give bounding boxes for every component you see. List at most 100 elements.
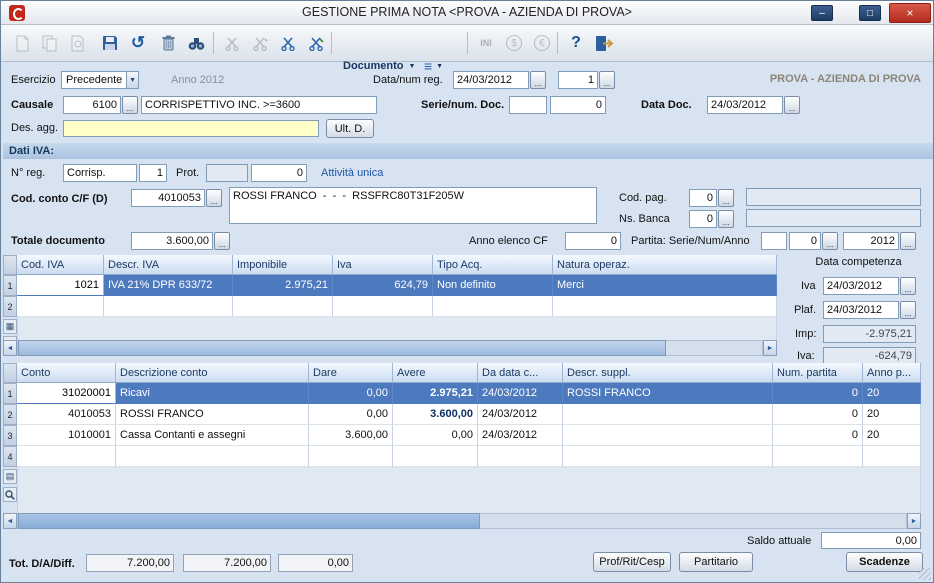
col-header-tipo-acq[interactable]: Tipo Acq. [433, 255, 553, 275]
cell-tipo-acq[interactable] [433, 296, 553, 317]
causale-picker-button[interactable]: ... [122, 96, 138, 114]
des-agg-field[interactable] [63, 120, 319, 137]
cell-descr-iva[interactable]: IVA 21% DPR 633/72 [104, 275, 233, 296]
cell-descrizione[interactable]: Cassa Contanti e assegni [116, 425, 309, 446]
chevron-down-icon[interactable]: ▼ [126, 72, 138, 88]
conti-grid-row[interactable]: 31020001 Ricavi 0,00 2.975,21 24/03/2012… [17, 383, 921, 404]
anno-elenco-field[interactable]: 0 [565, 232, 621, 250]
data-doc-picker-button[interactable]: ... [784, 96, 800, 114]
magnifier-icon[interactable] [3, 487, 17, 502]
partitario-button[interactable]: Partitario [679, 552, 753, 572]
conti-grid-row[interactable]: 4010053 ROSSI FRANCO 0,00 3.600,00 24/03… [17, 404, 921, 425]
cell-anno[interactable]: 20 [863, 383, 921, 404]
undo-icon[interactable]: ↺ [125, 30, 151, 56]
cell-anno[interactable]: 20 [863, 404, 921, 425]
partita-num-picker-button[interactable]: ... [822, 232, 838, 250]
totale-documento-field[interactable]: 3.600,00 [131, 232, 213, 250]
cell-conto[interactable] [17, 446, 116, 467]
conti-grid-row[interactable]: 1010001 Cassa Contanti e assegni 3.600,0… [17, 425, 921, 446]
cell-da-data[interactable] [478, 446, 563, 467]
col-header-imponibile[interactable]: Imponibile [233, 255, 333, 275]
cell-iva[interactable]: 624,79 [333, 275, 433, 296]
esercizio-select[interactable]: Precedente ▼ [61, 71, 139, 89]
causale-desc-field[interactable]: CORRISPETTIVO INC. >=3600 [141, 96, 377, 114]
cell-num-partita[interactable]: 0 [773, 383, 863, 404]
data-doc-field[interactable]: 24/03/2012 [707, 96, 783, 114]
resize-grip[interactable] [919, 568, 931, 580]
cell-dare[interactable]: 0,00 [309, 383, 393, 404]
competenza-iva-picker-button[interactable]: ... [900, 277, 916, 295]
cod-conto-picker-button[interactable]: ... [206, 189, 222, 207]
ns-banca-picker-button[interactable]: ... [718, 210, 734, 228]
cell-anno[interactable] [863, 446, 921, 467]
cell-natura-operaz[interactable] [553, 296, 777, 317]
plaf-field[interactable]: 24/03/2012 [823, 301, 899, 319]
cell-dare[interactable]: 0,00 [309, 404, 393, 425]
data-reg-picker-button[interactable]: ... [530, 71, 546, 89]
cell-iva[interactable] [333, 296, 433, 317]
col-header-da-data[interactable]: Da data c... [478, 363, 563, 383]
iva-grid-row[interactable] [17, 296, 777, 317]
cell-num-partita[interactable]: 0 [773, 425, 863, 446]
cell-dare[interactable]: 3.600,00 [309, 425, 393, 446]
col-header-natura-operaz[interactable]: Natura operaz. [553, 255, 777, 275]
partita-num-field[interactable]: 0 [789, 232, 821, 250]
causale-code-field[interactable]: 6100 [63, 96, 121, 114]
cell-da-data[interactable]: 24/03/2012 [478, 383, 563, 404]
col-header-avere[interactable]: Avere [393, 363, 478, 383]
cell-natura-operaz[interactable]: Merci [553, 275, 777, 296]
col-header-num-partita[interactable]: Num. partita [773, 363, 863, 383]
cell-conto[interactable]: 1010001 [17, 425, 116, 446]
plaf-picker-button[interactable]: ... [900, 301, 916, 319]
copy-row-icon[interactable]: ▤ [3, 469, 17, 484]
cell-da-data[interactable]: 24/03/2012 [478, 425, 563, 446]
num-reg-field[interactable]: 1 [558, 71, 598, 89]
cell-imponibile[interactable]: 2.975,21 [233, 275, 333, 296]
save-icon[interactable] [97, 30, 123, 56]
col-header-descrizione-conto[interactable]: Descrizione conto [116, 363, 309, 383]
reg-num-field[interactable]: 1 [139, 164, 167, 182]
partita-anno-picker-button[interactable]: ... [900, 232, 916, 250]
cod-conto-field[interactable]: 4010053 [131, 189, 205, 207]
exit-icon[interactable] [591, 30, 617, 56]
cell-dare[interactable] [309, 446, 393, 467]
cell-descr-iva[interactable] [104, 296, 233, 317]
cod-pag-field[interactable]: 0 [689, 189, 717, 207]
iva-scroll-right-arrow[interactable]: ► [763, 340, 777, 356]
col-header-iva[interactable]: Iva [333, 255, 433, 275]
cell-descr-suppl[interactable] [563, 425, 773, 446]
close-button[interactable]: × [889, 3, 931, 23]
col-header-conto[interactable]: Conto [17, 363, 116, 383]
col-header-descr-suppl[interactable]: Descr. suppl. [563, 363, 773, 383]
cell-num-partita[interactable]: 0 [773, 404, 863, 425]
num-doc-field[interactable]: 0 [550, 96, 606, 114]
cell-descrizione[interactable] [116, 446, 309, 467]
cell-cod-iva[interactable]: 1021 [17, 275, 104, 296]
conti-scrollbar-thumb[interactable] [18, 513, 480, 529]
cell-num-partita[interactable] [773, 446, 863, 467]
cell-conto[interactable]: 31020001 [17, 383, 116, 404]
cell-descrizione[interactable]: ROSSI FRANCO [116, 404, 309, 425]
search-icon[interactable] [183, 30, 209, 56]
totale-picker-button[interactable]: ... [214, 232, 230, 250]
cell-descrizione[interactable]: Ricavi [116, 383, 309, 404]
col-header-anno-p[interactable]: Anno p... [863, 363, 921, 383]
num-reg-picker-button[interactable]: ... [599, 71, 615, 89]
delete-icon[interactable] [155, 30, 181, 56]
reg-tipo-field[interactable]: Corrisp. [63, 164, 137, 182]
col-header-dare[interactable]: Dare [309, 363, 393, 383]
conti-scroll-right-arrow[interactable]: ► [907, 513, 921, 529]
competenza-iva-field[interactable]: 24/03/2012 [823, 277, 899, 295]
iva-scroll-left-arrow[interactable]: ◄ [3, 340, 17, 356]
cell-avere[interactable] [393, 446, 478, 467]
col-header-cod-iva[interactable]: Cod. IVA [17, 255, 104, 275]
cell-descr-suppl[interactable] [563, 446, 773, 467]
scadenze-button[interactable]: Scadenze [846, 552, 923, 572]
partita-anno-field[interactable]: 2012 [843, 232, 899, 250]
cell-conto[interactable]: 4010053 [17, 404, 116, 425]
grid-view-icon[interactable]: ▦ [3, 319, 17, 334]
maximize-button[interactable]: □ [859, 5, 881, 21]
conti-grid-row[interactable] [17, 446, 921, 467]
data-reg-field[interactable]: 24/03/2012 [453, 71, 529, 89]
serie-doc-field[interactable] [509, 96, 547, 114]
